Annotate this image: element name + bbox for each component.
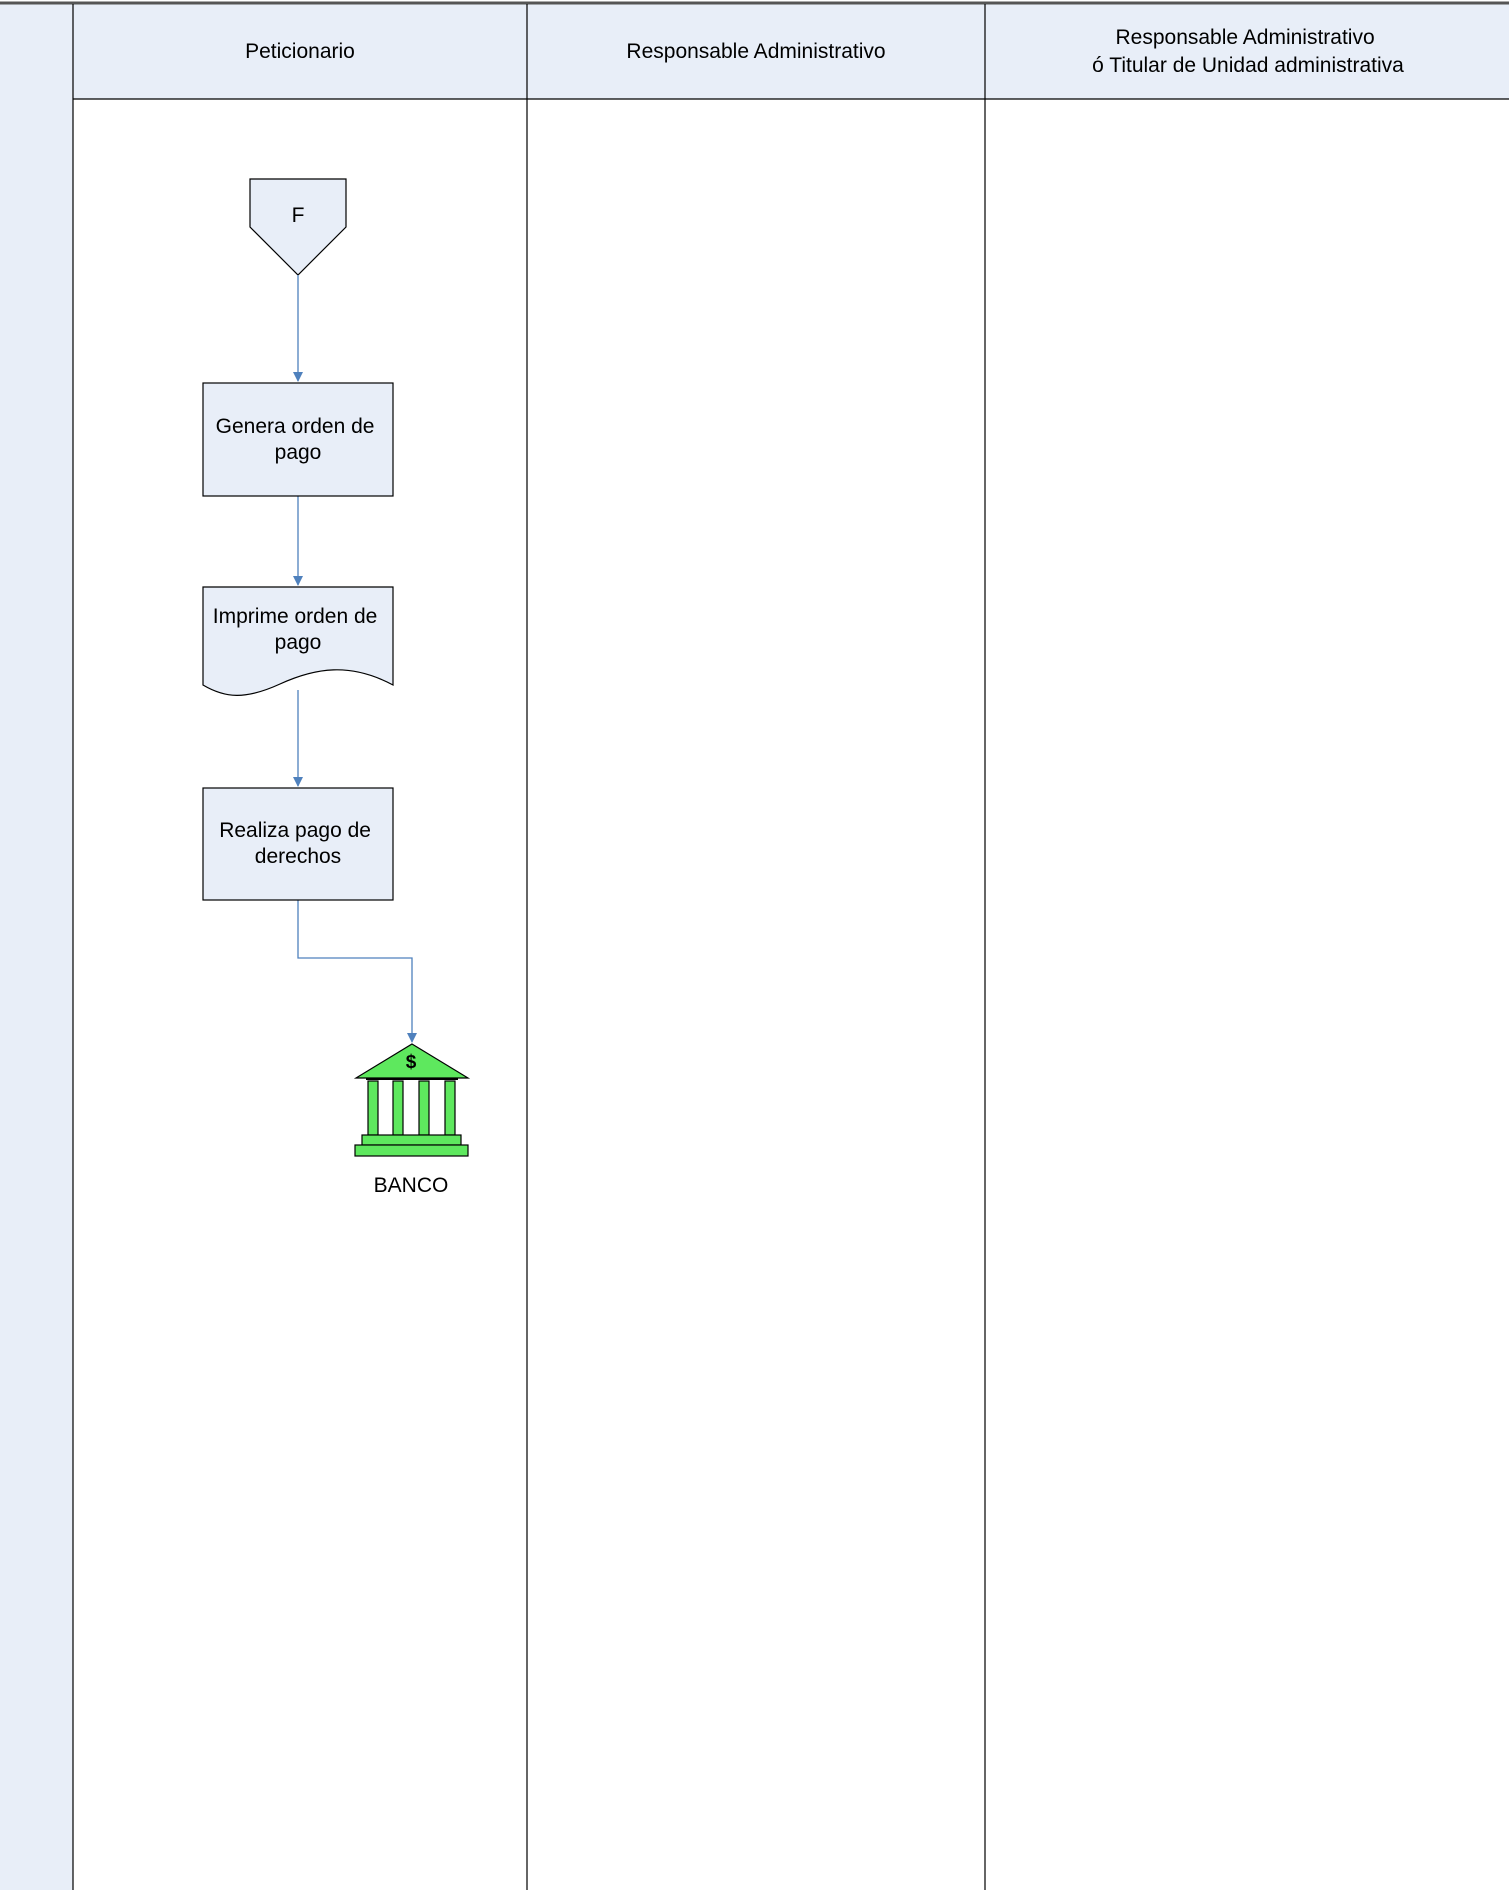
offpage-connector-label: F <box>292 204 305 227</box>
flowchart-diagram: Peticionario Responsable Administrativo … <box>0 1 1509 1890</box>
bank-label: BANCO <box>374 1174 449 1197</box>
bank-dollar-sign: $ <box>406 1052 417 1073</box>
lane-header-responsable-administrativo: Responsable Administrativo <box>626 40 885 63</box>
lane-header-peticionario: Peticionario <box>245 40 355 63</box>
process-realiza-pago-de-derechos <box>202 787 394 901</box>
process-genera-orden-de-pago <box>202 382 394 497</box>
swimlane-frame <box>0 1 1509 1890</box>
arrow-realiza-to-banco <box>297 900 417 1043</box>
left-margin-strip <box>0 4 73 1890</box>
offpage-connector-shape <box>249 178 347 276</box>
